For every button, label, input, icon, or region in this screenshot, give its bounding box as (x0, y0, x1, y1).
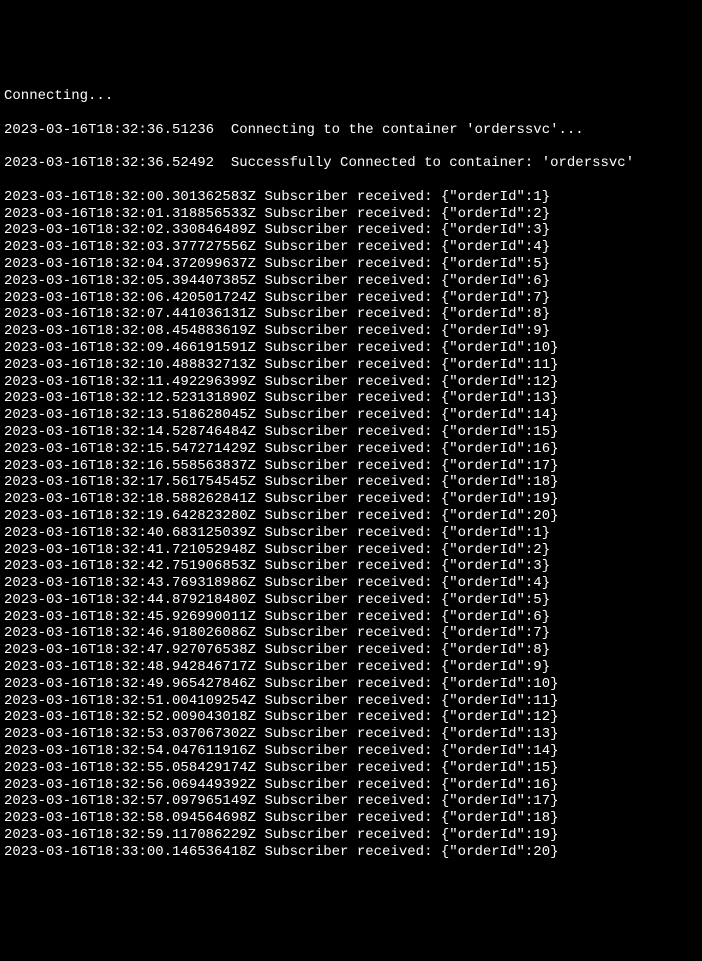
log-line: 2023-03-16T18:32:56.069449392Z Subscribe… (4, 777, 698, 794)
log-line: 2023-03-16T18:32:07.441036131Z Subscribe… (4, 306, 698, 323)
log-line: 2023-03-16T18:32:47.927076538Z Subscribe… (4, 642, 698, 659)
log-line: 2023-03-16T18:32:42.751906853Z Subscribe… (4, 558, 698, 575)
log-line: 2023-03-16T18:32:09.466191591Z Subscribe… (4, 340, 698, 357)
log-lines-container: 2023-03-16T18:32:00.301362583Z Subscribe… (4, 189, 698, 861)
log-line: 2023-03-16T18:32:17.561754545Z Subscribe… (4, 474, 698, 491)
log-line: 2023-03-16T18:32:54.047611916Z Subscribe… (4, 743, 698, 760)
log-line: 2023-03-16T18:32:48.942846717Z Subscribe… (4, 659, 698, 676)
log-line: 2023-03-16T18:32:13.518628045Z Subscribe… (4, 407, 698, 424)
log-line: 2023-03-16T18:32:49.965427846Z Subscribe… (4, 676, 698, 693)
log-line: 2023-03-16T18:32:02.330846489Z Subscribe… (4, 222, 698, 239)
log-line: 2023-03-16T18:32:51.004109254Z Subscribe… (4, 693, 698, 710)
log-line: 2023-03-16T18:32:40.683125039Z Subscribe… (4, 525, 698, 542)
log-line: 2023-03-16T18:33:00.146536418Z Subscribe… (4, 844, 698, 861)
connect-success-line: 2023-03-16T18:32:36.52492 Successfully C… (4, 155, 698, 172)
log-line: 2023-03-16T18:32:00.301362583Z Subscribe… (4, 189, 698, 206)
log-line: 2023-03-16T18:32:53.037067302Z Subscribe… (4, 726, 698, 743)
log-line: 2023-03-16T18:32:03.377727556Z Subscribe… (4, 239, 698, 256)
log-line: 2023-03-16T18:32:01.318856533Z Subscribe… (4, 206, 698, 223)
log-line: 2023-03-16T18:32:08.454883619Z Subscribe… (4, 323, 698, 340)
log-line: 2023-03-16T18:32:11.492296399Z Subscribe… (4, 374, 698, 391)
log-line: 2023-03-16T18:32:18.588262841Z Subscribe… (4, 491, 698, 508)
log-line: 2023-03-16T18:32:58.094564698Z Subscribe… (4, 810, 698, 827)
log-line: 2023-03-16T18:32:45.926990011Z Subscribe… (4, 609, 698, 626)
log-line: 2023-03-16T18:32:12.523131890Z Subscribe… (4, 390, 698, 407)
log-line: 2023-03-16T18:32:05.394407385Z Subscribe… (4, 273, 698, 290)
log-line: 2023-03-16T18:32:10.488832713Z Subscribe… (4, 357, 698, 374)
log-line: 2023-03-16T18:32:52.009043018Z Subscribe… (4, 709, 698, 726)
log-line: 2023-03-16T18:32:59.117086229Z Subscribe… (4, 827, 698, 844)
log-line: 2023-03-16T18:32:41.721052948Z Subscribe… (4, 542, 698, 559)
log-line: 2023-03-16T18:32:43.769318986Z Subscribe… (4, 575, 698, 592)
log-line: 2023-03-16T18:32:44.879218480Z Subscribe… (4, 592, 698, 609)
log-line: 2023-03-16T18:32:57.097965149Z Subscribe… (4, 793, 698, 810)
log-line: 2023-03-16T18:32:14.528746484Z Subscribe… (4, 424, 698, 441)
log-line: 2023-03-16T18:32:04.372099637Z Subscribe… (4, 256, 698, 273)
log-line: 2023-03-16T18:32:55.058429174Z Subscribe… (4, 760, 698, 777)
connect-attempt-line: 2023-03-16T18:32:36.51236 Connecting to … (4, 122, 698, 139)
log-line: 2023-03-16T18:32:16.558563837Z Subscribe… (4, 458, 698, 475)
connecting-status: Connecting... (4, 88, 698, 105)
log-line: 2023-03-16T18:32:46.918026086Z Subscribe… (4, 625, 698, 642)
terminal-output: Connecting... 2023-03-16T18:32:36.51236 … (4, 71, 698, 877)
log-line: 2023-03-16T18:32:19.642823280Z Subscribe… (4, 508, 698, 525)
log-line: 2023-03-16T18:32:06.420501724Z Subscribe… (4, 290, 698, 307)
log-line: 2023-03-16T18:32:15.547271429Z Subscribe… (4, 441, 698, 458)
